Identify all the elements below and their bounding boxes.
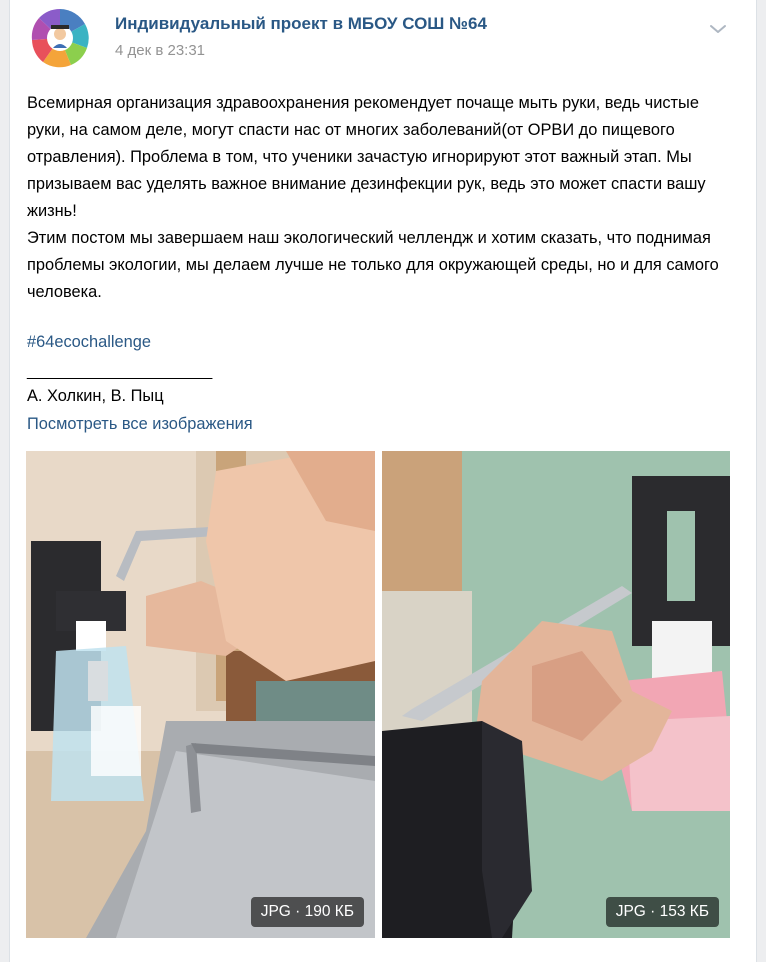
hashtag-link[interactable]: #64ecochallenge xyxy=(27,333,151,352)
file-size-badge: JPG · 190 КБ xyxy=(250,897,364,927)
wall-post: Индивидуальный проект в МБОУ СОШ №64 4 д… xyxy=(9,0,757,962)
photo-attachment[interactable]: JPG · 190 КБ xyxy=(26,451,375,938)
post-authors: А. Холкин, В. Пыц xyxy=(27,387,164,405)
chevron-down-icon[interactable] xyxy=(706,18,730,38)
post-text: Всемирная организация здравоохранения ре… xyxy=(27,90,737,306)
file-size-badge: JPG · 153 КБ xyxy=(605,897,719,927)
text-separator: ______________________ xyxy=(27,363,212,380)
group-avatar[interactable] xyxy=(29,2,91,70)
view-all-images-link[interactable]: Посмотреть все изображения xyxy=(27,415,253,434)
photo-hand-dispenser xyxy=(26,451,375,938)
school-logo-avatar xyxy=(31,9,89,68)
photo-hand-dispenser xyxy=(382,451,730,938)
post-date[interactable]: 4 дек в 23:31 xyxy=(115,42,205,59)
post-paragraph: Всемирная организация здравоохранения ре… xyxy=(27,94,706,220)
photo-attachment[interactable]: JPG · 153 КБ xyxy=(382,451,730,938)
post-paragraph: Этим постом мы завершаем наш экологическ… xyxy=(27,229,719,301)
group-name-link[interactable]: Индивидуальный проект в МБОУ СОШ №64 xyxy=(115,14,487,34)
